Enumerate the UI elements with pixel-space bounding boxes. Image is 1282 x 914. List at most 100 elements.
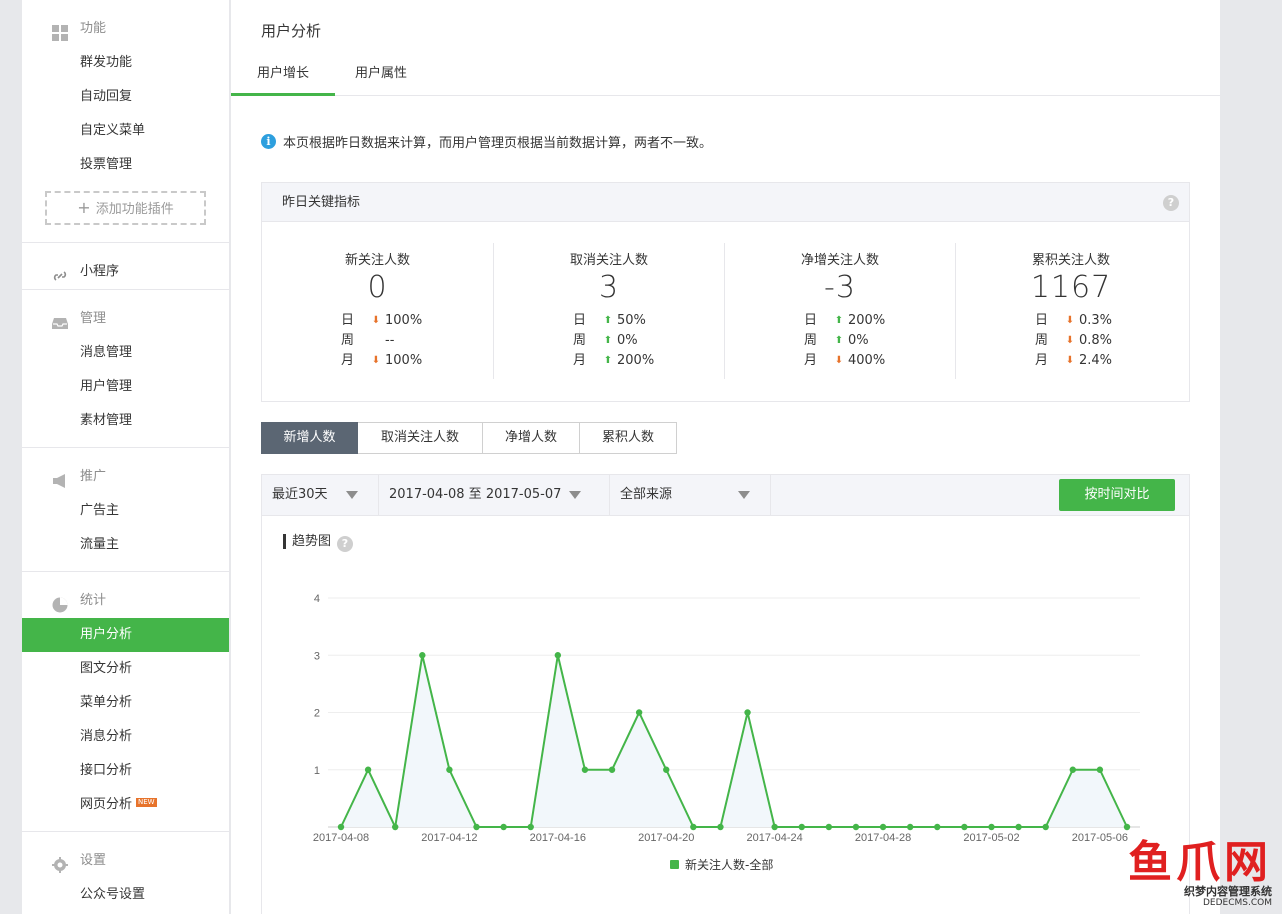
source-select[interactable]: 全部来源 — [610, 475, 771, 515]
sidebar-heading-label: 功能 — [80, 21, 107, 36]
tab-user-attributes[interactable]: 用户属性 — [335, 56, 427, 96]
gear-icon — [52, 853, 68, 873]
trend-chart-panel: 趋势图 ? 1 2 3 4 2017-04-08 2017-04-12 2017-04-16… — [261, 516, 1190, 914]
data-point — [961, 823, 968, 831]
x-tick-label: 2017-05-06 — [1072, 832, 1128, 844]
data-point — [446, 766, 453, 773]
megaphone-icon — [52, 469, 68, 488]
kpi-value: 1167 — [1030, 270, 1112, 305]
kpi-label: 取消关注人数 — [569, 253, 648, 268]
sidebar-heading: 统计 — [22, 584, 229, 618]
data-point — [690, 823, 697, 831]
kpi-change-row: 月 ⬇ 100% — [341, 351, 493, 371]
sidebar-item-label: 网页分析 — [80, 797, 133, 812]
sidebar-item-label: 消息分析 — [80, 729, 133, 744]
sidebar-item[interactable]: 用户分析 — [22, 618, 229, 652]
sidebar-group: 管理消息管理用户管理素材管理 — [22, 290, 229, 448]
sidebar-item[interactable]: 广告主 — [22, 494, 229, 528]
data-point — [419, 652, 426, 659]
sidebar-item[interactable]: 公众号设置 — [22, 878, 229, 912]
arrow-up-icon: ⬆ — [603, 315, 613, 326]
help-icon[interactable]: ? — [1163, 195, 1179, 211]
sidebar-item[interactable]: 群发功能 — [22, 46, 229, 80]
sidebar-item[interactable]: 网页分析 NEW — [22, 788, 229, 822]
sidebar-item[interactable]: 图文分析 — [22, 652, 229, 686]
data-point — [635, 709, 643, 716]
period-label: 日 — [341, 313, 355, 328]
legend-label: 新关注人数-全部 — [685, 857, 773, 872]
kpi-change-row: 月 ⬆ 200% — [573, 351, 724, 371]
sidebar-item[interactable]: 接口分析 — [22, 754, 229, 788]
sidebar-item[interactable]: 素材管理 — [22, 404, 229, 438]
range-select[interactable]: 最近30天 — [262, 475, 379, 515]
info-notice: i 本页根据昨日数据来计算，而用户管理页根据当前数据计算，两者不一致。 — [261, 132, 712, 151]
change-value: 50% — [617, 313, 646, 328]
sidebar-item[interactable]: 投票管理 — [22, 148, 229, 182]
data-point — [392, 823, 399, 831]
compare-by-time-button[interactable]: 按时间对比 — [1059, 479, 1175, 511]
data-point — [554, 652, 562, 659]
add-plugin-button[interactable]: + 添加功能插件 — [45, 191, 206, 225]
sidebar-heading: 管理 — [22, 302, 229, 336]
kpi-change-row: 日 ⬇ 100% — [341, 311, 493, 331]
kpi-card: 累积关注人数 1167 日 ⬇ 0.3% 周 ⬇ 0.8% 月 ⬇ 2.4% — [955, 243, 1186, 379]
x-tick-label: 2017-04-08 — [313, 832, 369, 844]
tab-user-growth[interactable]: 用户增长 — [231, 56, 335, 96]
sidebar-item-label: 消息管理 — [80, 345, 133, 360]
kpi-change-row: 日 ⬆ 200% — [804, 311, 955, 331]
arrow-down-icon: ⬇ — [834, 355, 844, 366]
page-title: 用户分析 — [261, 22, 322, 40]
period-label: 月 — [341, 353, 355, 368]
data-point — [1015, 823, 1022, 831]
sidebar-item[interactable]: 用户管理 — [22, 370, 229, 404]
legend-swatch — [670, 860, 679, 869]
sidebar-heading: 功能 — [22, 12, 229, 46]
data-point — [934, 823, 941, 831]
metric-tab[interactable]: 净增人数 — [483, 422, 580, 454]
change-value: 100% — [385, 313, 423, 328]
data-point — [473, 823, 480, 831]
y-tick-label: 2 — [314, 708, 320, 720]
pie-chart-icon — [52, 593, 68, 613]
kpi-label: 净增关注人数 — [800, 253, 879, 268]
sidebar-item[interactable]: 消息管理 — [22, 336, 229, 370]
metric-tabs: 新增人数 取消关注人数 净增人数 累积人数 — [261, 422, 677, 454]
data-point — [771, 823, 778, 831]
kpi-change-row: 日 ⬇ 0.3% — [1035, 311, 1186, 331]
sidebar-heading-label: 统计 — [80, 593, 107, 608]
period-label: 日 — [1035, 313, 1049, 328]
sidebar-group: 小程序 — [22, 243, 229, 290]
sidebar-heading[interactable]: 小程序 — [22, 255, 229, 289]
arrow-up-icon: ⬆ — [834, 315, 844, 326]
data-point — [1096, 766, 1104, 773]
info-icon: i — [261, 134, 276, 149]
x-tick-label: 2017-04-24 — [747, 832, 803, 844]
kpi-label: 新关注人数 — [344, 253, 410, 268]
data-point — [852, 823, 860, 831]
data-point — [527, 823, 534, 831]
arrow-down-icon: ⬇ — [1065, 355, 1075, 366]
sidebar-item-label: 图文分析 — [80, 661, 133, 676]
data-point — [798, 823, 805, 831]
metric-tab[interactable]: 累积人数 — [580, 422, 677, 454]
metric-tab[interactable]: 取消关注人数 — [358, 422, 483, 454]
change-value: 400% — [848, 353, 886, 368]
data-point — [1069, 766, 1076, 773]
sidebar-item[interactable]: 消息分析 — [22, 720, 229, 754]
period-label: 月 — [1035, 353, 1049, 368]
arrow-down-icon: ⬇ — [1065, 335, 1075, 346]
sidebar-item[interactable]: 菜单分析 — [22, 686, 229, 720]
metric-tab[interactable]: 新增人数 — [261, 422, 358, 454]
x-tick-label: 2017-05-02 — [963, 832, 1019, 844]
sidebar-item[interactable]: 自动回复 — [22, 80, 229, 114]
filter-bar: 最近30天 2017-04-08 至 2017-05-07 全部来源 按时间对比 — [261, 474, 1190, 516]
data-point — [1123, 823, 1131, 831]
sidebar-item[interactable]: 自定义菜单 — [22, 114, 229, 148]
period-label: 日 — [573, 313, 587, 328]
no-change-spacer — [369, 331, 383, 351]
sidebar-item[interactable]: 流量主 — [22, 528, 229, 562]
period-label: 月 — [804, 353, 818, 368]
sidebar-item-label: 素材管理 — [80, 413, 133, 428]
date-range-picker[interactable]: 2017-04-08 至 2017-05-07 — [379, 475, 610, 515]
data-point — [825, 823, 833, 831]
